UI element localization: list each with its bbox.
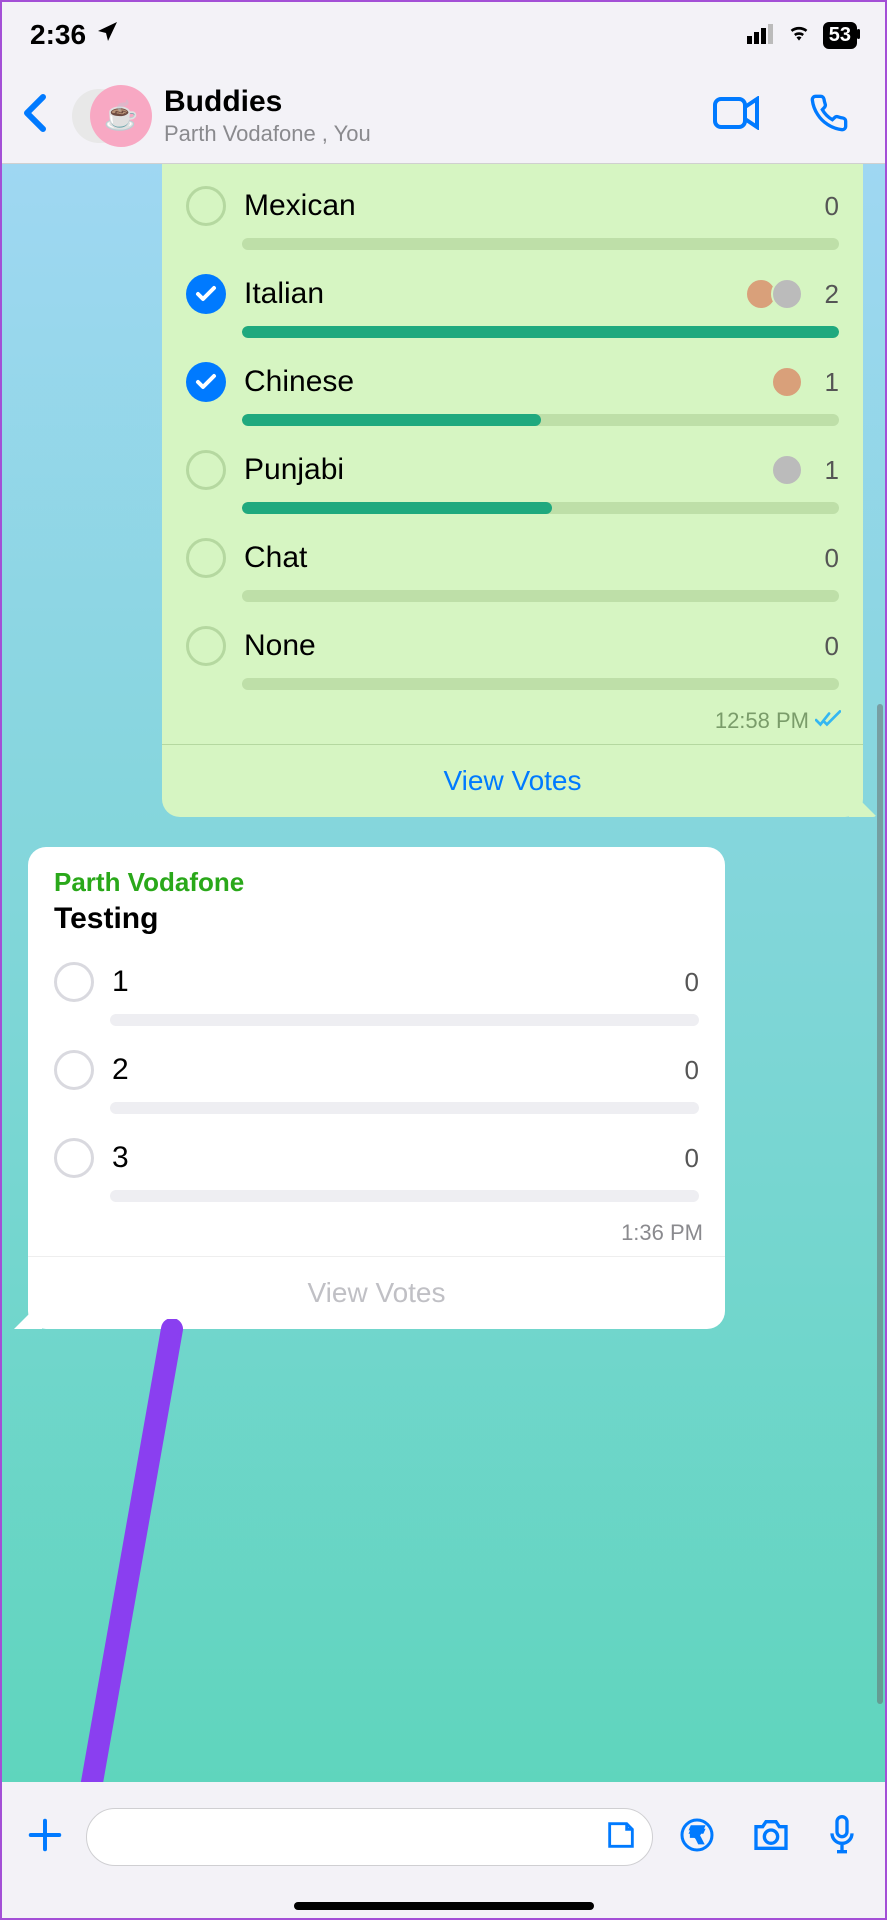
voice-call-button[interactable] (791, 93, 867, 138)
vote-bar (242, 326, 839, 338)
radio-icon[interactable] (186, 538, 226, 578)
wifi-icon (785, 19, 813, 51)
battery-icon: 53 (823, 22, 857, 49)
radio-icon[interactable] (54, 962, 94, 1002)
rupee-button[interactable]: ₹ (669, 1817, 725, 1858)
message-input[interactable] (86, 1808, 653, 1866)
mic-button[interactable] (817, 1815, 867, 1860)
option-label: 2 (112, 1053, 667, 1087)
location-icon (96, 19, 120, 51)
vote-bar (242, 502, 839, 514)
poll-option[interactable]: Mexican 0 (186, 170, 839, 258)
sticker-button[interactable] (604, 1818, 638, 1857)
status-bar: 2:36 53 (2, 2, 885, 68)
option-count: 0 (685, 1143, 699, 1174)
radio-icon[interactable] (186, 450, 226, 490)
chat-subtitle: Parth Vodafone , You (164, 121, 683, 147)
voter-avatar (771, 454, 803, 486)
checkmark-icon[interactable] (186, 362, 226, 402)
vote-bar (110, 1102, 699, 1114)
radio-icon[interactable] (186, 186, 226, 226)
option-count: 0 (825, 631, 839, 662)
poll-option[interactable]: 3 0 (54, 1122, 699, 1210)
chat-header: ☕ Buddies Parth Vodafone , You (2, 68, 885, 164)
vote-bar (110, 1190, 699, 1202)
poll-option[interactable]: 2 0 (54, 1034, 699, 1122)
option-label: Chinese (244, 365, 759, 399)
option-count: 0 (825, 543, 839, 574)
message-meta: 12:58 PM (162, 702, 863, 744)
poll-option[interactable]: None 0 (186, 610, 839, 698)
poll-option[interactable]: Chat 0 (186, 522, 839, 610)
read-receipt-icon (815, 708, 841, 734)
option-label: None (244, 629, 785, 663)
cellular-icon (747, 19, 775, 51)
radio-icon[interactable] (54, 1138, 94, 1178)
vote-bar (242, 590, 839, 602)
option-count: 0 (685, 967, 699, 998)
option-count: 0 (685, 1055, 699, 1086)
radio-icon[interactable] (54, 1050, 94, 1090)
option-label: Italian (244, 277, 733, 311)
poll-title: Testing (54, 902, 699, 936)
attach-button[interactable] (20, 1816, 70, 1859)
cup-icon: ☕ (90, 85, 152, 147)
video-call-button[interactable] (695, 96, 779, 135)
camera-button[interactable] (741, 1817, 801, 1858)
chat-title: Buddies (164, 85, 683, 119)
scroll-indicator (877, 704, 883, 1704)
option-label: Mexican (244, 189, 785, 223)
back-button[interactable] (10, 93, 60, 138)
checkmark-icon[interactable] (186, 274, 226, 314)
option-count: 2 (825, 279, 839, 310)
sender-name: Parth Vodafone (54, 867, 699, 898)
option-count: 1 (825, 367, 839, 398)
message-time: 1:36 PM (621, 1220, 703, 1246)
view-votes-button[interactable]: View Votes (28, 1256, 725, 1329)
poll-option[interactable]: 1 0 (54, 946, 699, 1034)
message-meta: 1:36 PM (28, 1214, 725, 1256)
status-time: 2:36 (30, 19, 86, 51)
incoming-poll-bubble: Parth Vodafone Testing 1 0 2 0 3 0 1:36 … (28, 847, 725, 1329)
annotation-arrow (52, 1319, 192, 1782)
vote-bar (110, 1014, 699, 1026)
outgoing-poll-bubble: Mexican 0 Italian 2 Chinese 1 Punjabi 1 (162, 164, 863, 817)
home-indicator (294, 1902, 594, 1910)
poll-option[interactable]: Chinese 1 (186, 346, 839, 434)
vote-bar (242, 238, 839, 250)
option-label: Chat (244, 541, 785, 575)
chat-title-block[interactable]: Buddies Parth Vodafone , You (164, 85, 683, 147)
group-avatar[interactable]: ☕ (72, 83, 152, 149)
option-count: 0 (825, 191, 839, 222)
view-votes-button[interactable]: View Votes (162, 744, 863, 817)
option-label: Punjabi (244, 453, 759, 487)
option-label: 1 (112, 965, 667, 999)
radio-icon[interactable] (186, 626, 226, 666)
voter-avatar (771, 278, 803, 310)
poll-option[interactable]: Italian 2 (186, 258, 839, 346)
svg-text:₹: ₹ (690, 1824, 703, 1847)
message-input-bar: ₹ (2, 1784, 885, 1890)
vote-bar (242, 414, 839, 426)
option-count: 1 (825, 455, 839, 486)
chat-area[interactable]: Mexican 0 Italian 2 Chinese 1 Punjabi 1 (2, 164, 885, 1782)
voter-avatar (771, 366, 803, 398)
poll-option[interactable]: Punjabi 1 (186, 434, 839, 522)
message-time: 12:58 PM (715, 708, 809, 734)
vote-bar (242, 678, 839, 690)
option-label: 3 (112, 1141, 667, 1175)
